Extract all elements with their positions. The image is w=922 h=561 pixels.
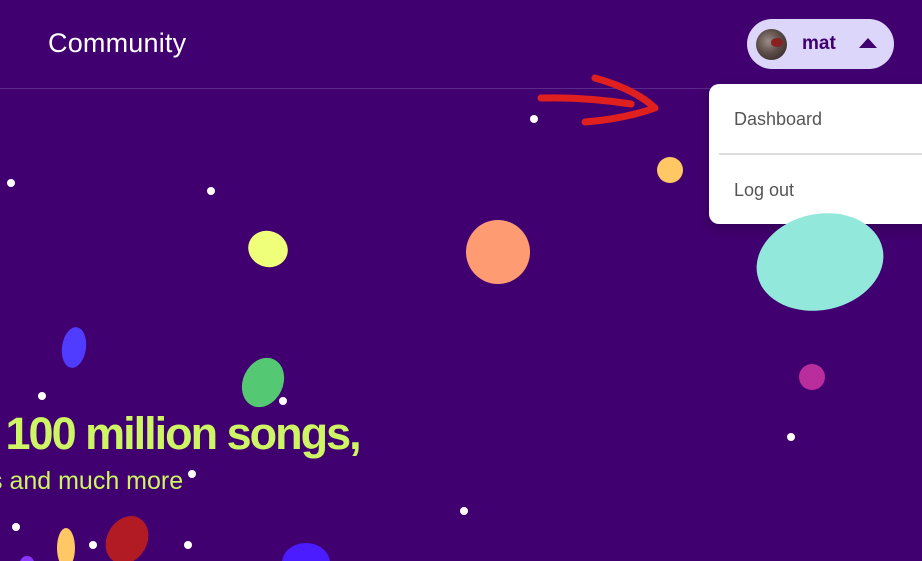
hero-headline: s 100 million songs, — [0, 408, 362, 459]
arrow-right-icon — [537, 74, 659, 126]
confetti-dot — [12, 523, 20, 531]
confetti-shape — [799, 364, 825, 390]
menu-item-log-out[interactable]: Log out — [734, 180, 794, 201]
menu-divider — [719, 153, 922, 155]
user-name: mat — [802, 33, 836, 54]
top-nav: Community mat — [0, 0, 922, 89]
confetti-dot — [184, 541, 192, 549]
confetti-shape — [57, 528, 75, 561]
confetti-dot — [7, 179, 15, 187]
confetti-shape — [657, 157, 683, 183]
confetti-shape — [20, 556, 34, 561]
confetti-dot — [460, 507, 468, 515]
confetti-shape — [243, 225, 293, 273]
confetti-shape — [466, 220, 530, 284]
confetti-dot — [207, 187, 215, 195]
confetti-dot — [38, 392, 46, 400]
avatar — [756, 28, 787, 60]
confetti-shape — [59, 325, 89, 370]
hero-subline: s and much more — [0, 467, 184, 495]
caret-up-icon[interactable] — [859, 38, 877, 48]
confetti-dot — [787, 433, 795, 441]
confetti-shape — [282, 543, 330, 561]
user-dropdown-menu: Dashboard Log out — [709, 84, 922, 224]
brand-title[interactable]: Community — [48, 28, 186, 59]
confetti-dot — [530, 115, 538, 123]
confetti-dot — [188, 470, 196, 478]
menu-item-dashboard[interactable]: Dashboard — [734, 109, 822, 130]
confetti-dot — [279, 397, 287, 405]
confetti-shape — [97, 508, 157, 561]
confetti-dot — [89, 541, 97, 549]
